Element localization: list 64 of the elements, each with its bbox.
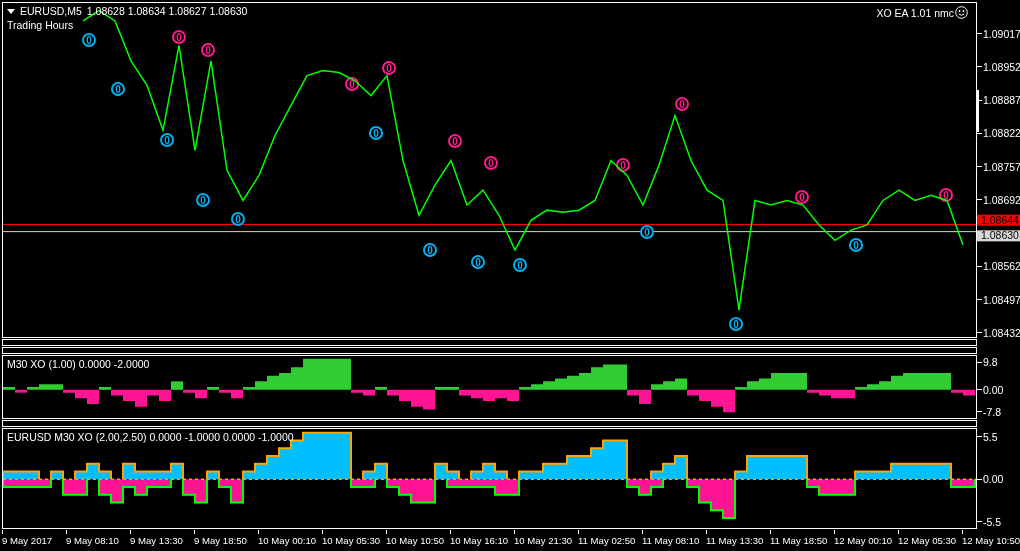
axis-label: 1.08757 <box>983 160 1020 173</box>
signal-marker: 0 <box>939 188 953 202</box>
signal-marker: 0 <box>795 190 809 204</box>
axis-label: 1.08952 <box>983 60 1020 73</box>
axis-label: 9.8 <box>983 356 998 369</box>
symbol-title: EURUSD,M5 <box>20 5 82 17</box>
signal-marker: 0 <box>172 30 186 44</box>
signal-marker: 0 <box>423 243 437 257</box>
indicator-title: M30 XO (1.00) 0.0000 -2.0000 <box>7 358 150 370</box>
axis-label: 1.08822 <box>983 127 1020 140</box>
signal-marker: 0 <box>849 238 863 252</box>
quote-values: 1.08628 1.08634 1.08627 1.08630 <box>86 5 248 17</box>
time-label: 10 May 05:30 <box>322 535 381 547</box>
signal-marker: 0 <box>196 193 210 207</box>
time-label: 11 May 18:50 <box>770 535 828 547</box>
axis-label: 5.5 <box>983 430 998 443</box>
axis-label: 0.00 <box>983 383 1004 396</box>
dropdown-caret-icon[interactable] <box>7 8 15 14</box>
signal-marker: 0 <box>111 82 125 96</box>
expert-label: XO EA 1.01 nmc <box>876 6 954 19</box>
axis-label: -5.5 <box>983 515 1002 528</box>
signal-marker: 0 <box>729 317 743 331</box>
smiley-icon <box>955 6 968 19</box>
time-label: 9 May 08:10 <box>66 535 119 547</box>
current-price-tag: 1.08630 <box>977 230 1020 241</box>
time-label: 10 May 00:10 <box>258 535 317 547</box>
time-label: 9 May 13:30 <box>130 535 183 547</box>
time-label: 12 May 10:50 <box>962 535 1020 547</box>
time-label: 9 May 18:50 <box>194 535 247 547</box>
time-label: 10 May 16:10 <box>450 535 509 547</box>
axis-label: 1.08887 <box>983 94 1020 107</box>
axis-label: 1.08562 <box>983 260 1020 273</box>
time-label: 12 May 00:10 <box>834 535 893 547</box>
time-label: 11 May 02:50 <box>578 535 636 547</box>
signal-marker: 0 <box>513 258 527 272</box>
signal-marker: 0 <box>369 126 383 140</box>
signal-marker: 0 <box>616 158 630 172</box>
time-label: 11 May 08:10 <box>642 535 700 547</box>
current-price-tag: 1.08644 <box>977 215 1020 227</box>
time-label: 12 May 05:30 <box>898 535 957 547</box>
signal-marker: 0 <box>345 77 359 91</box>
axis-label: 1.09017 <box>983 27 1020 40</box>
signal-marker: 0 <box>675 97 689 111</box>
axis-label: 0.00 <box>983 473 1004 486</box>
axis-label: 1.08432 <box>983 326 1020 339</box>
axis-label: -7.8 <box>983 405 1002 418</box>
axis-label: 1.08692 <box>983 193 1020 206</box>
time-label: 10 May 10:50 <box>386 535 445 547</box>
axis-label: 1.08497 <box>983 293 1020 306</box>
signal-marker: 0 <box>231 212 245 226</box>
signal-marker: 0 <box>82 33 96 47</box>
signal-marker: 0 <box>640 225 654 239</box>
chart-shift-marker[interactable] <box>977 90 979 132</box>
time-label: 9 May 2017 <box>2 535 53 547</box>
signal-marker: 0 <box>471 255 485 269</box>
indicator-title: EURUSD M30 XO (2.00,2.50) 0.0000 -1.0000 0.0000 -1.0000 <box>7 431 294 443</box>
signal-marker: 0 <box>201 43 215 57</box>
signal-marker: 0 <box>382 61 396 75</box>
signal-marker: 0 <box>160 133 174 147</box>
signal-marker: 0 <box>448 134 462 148</box>
signal-marker: 0 <box>484 156 498 170</box>
chart-subtitle: Trading Hours <box>7 19 75 31</box>
time-label: 11 May 13:30 <box>706 535 764 547</box>
time-label: 10 May 21:30 <box>514 535 573 547</box>
